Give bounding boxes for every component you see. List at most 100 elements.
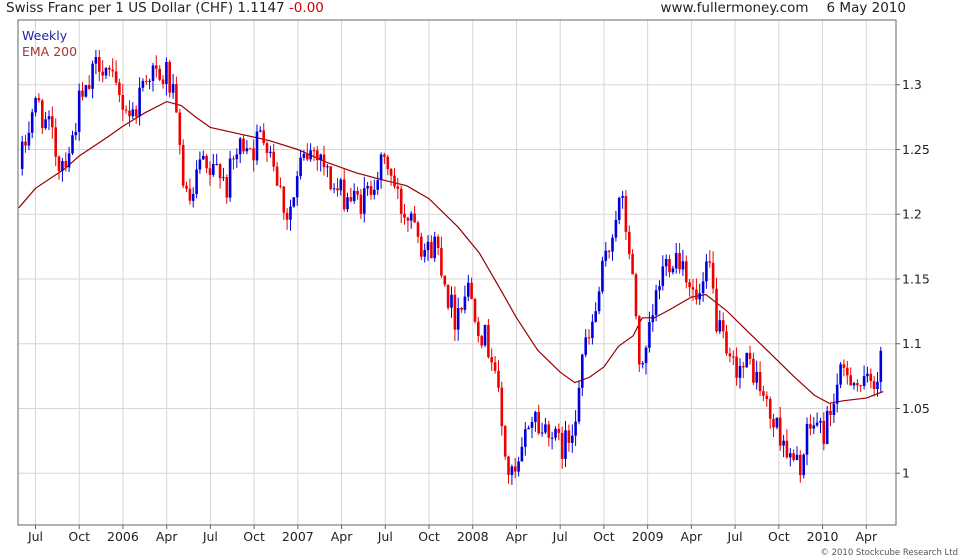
candle-body [228,158,232,198]
candle-body [94,57,98,64]
candle-body [859,385,862,387]
candle-body [742,366,745,368]
x-tick-label: 2007 [282,529,314,544]
x-tick-label: Jul [552,529,568,544]
candle-body [369,186,373,195]
candle-body [701,281,705,294]
candle-body [513,466,517,472]
candle-body [349,197,353,202]
candle-body [306,153,309,160]
candle-body [222,177,225,179]
candle-body [668,259,671,273]
candle-body [322,154,326,168]
candle-body [326,166,329,168]
y-tick-label: 1.25 [902,142,930,157]
candle-body [433,236,436,259]
candle-body [631,254,634,275]
candle-body [225,177,229,198]
x-tick-label: Jul [377,529,393,544]
candle-body [658,286,661,291]
candle-body [339,179,343,191]
candle-body [795,454,799,460]
x-tick-label: 2008 [457,529,489,544]
candle-body [866,373,869,377]
candle-body [497,370,500,388]
candle-body [24,141,27,146]
candle-body [316,150,319,161]
candle-body [470,282,473,300]
x-axis-ticks: Jul Oct 2006 Apr Jul Oct 2007 Apr Jul Oct 2008 Apr J… [27,525,878,544]
candle-body [198,159,202,170]
candle-body [698,293,701,300]
candle-body [218,164,222,179]
candle-body [671,268,675,273]
candle-body [64,161,68,168]
candle-body [762,391,765,396]
candle-body [852,383,856,386]
candle-body [379,154,383,181]
candle-body [420,236,423,257]
candle-body [77,90,81,132]
candle-body [87,85,91,89]
candle-body [463,296,467,310]
candle-body [792,453,795,460]
candle-body [624,196,628,232]
candle-body [131,109,135,117]
candle-body [84,85,88,97]
candle-body [37,98,41,101]
candle-body [178,112,182,145]
candle-body [71,135,74,154]
candle-body [842,364,846,368]
candle-body [651,315,655,323]
candle-body [255,131,259,161]
candle-body [319,154,322,161]
candle-body [20,141,24,169]
candle-body [356,190,359,195]
candle-body [312,150,316,152]
candle-body [825,410,829,444]
candle-body [789,453,792,458]
copyright-credit: © 2010 Stockcube Research Ltd [820,548,958,558]
candle-body [44,119,47,129]
x-tick-label: Jul [202,529,218,544]
candle-body [27,132,31,146]
candle-body [232,158,235,160]
candle-body [628,231,631,255]
x-tick-label: 2010 [807,529,839,544]
y-tick-label: 1.15 [902,271,930,286]
candle-body [574,421,577,436]
candle-body [550,437,554,439]
candle-body [309,150,312,160]
candle-body [467,282,470,297]
candle-body [289,206,292,220]
candle-body [799,454,802,476]
candle-body [785,440,789,458]
candle-body [862,376,866,386]
candle-body [591,321,594,338]
candle-body [383,154,386,157]
x-tick-label: Oct [418,529,440,544]
candle-body [299,157,302,177]
candle-body [161,79,165,84]
candle-body [456,308,460,330]
candle-body [815,422,819,426]
candle-body [607,250,611,252]
y-tick-label: 1.2 [902,207,922,222]
candle-body [705,261,708,282]
candle-body [416,222,420,237]
candle-body [765,395,769,399]
y-tick-label: 1.05 [902,401,930,416]
candle-body [191,194,195,201]
candle-body [638,316,641,365]
candle-body [124,109,128,111]
candle-body [403,213,406,218]
candle-body [601,260,604,292]
candle-body [134,109,138,117]
candle-body [352,190,356,202]
candle-body [832,403,836,415]
candle-body [554,428,557,438]
candle-body [212,164,215,175]
candle-body [181,145,185,186]
candle-body [155,65,158,69]
candle-body [819,420,822,423]
